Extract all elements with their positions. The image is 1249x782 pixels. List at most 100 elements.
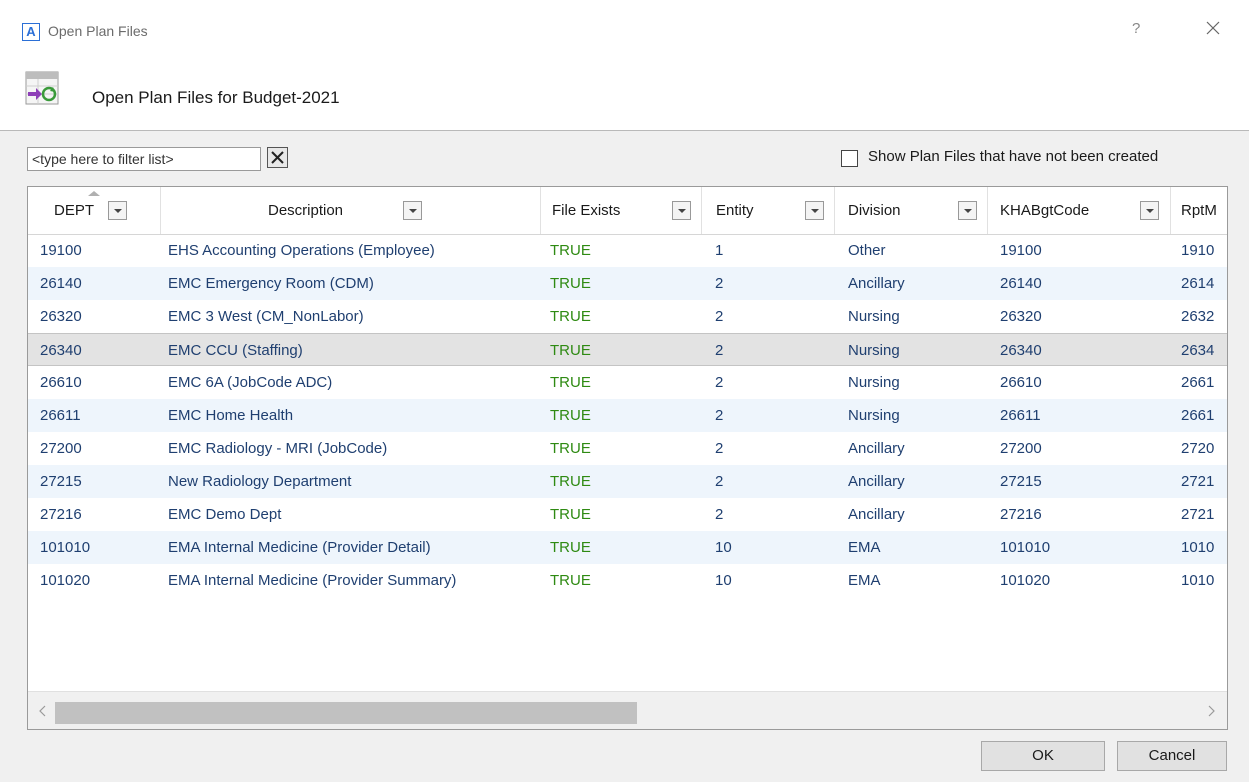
column-header-rptm[interactable]: RptM	[1171, 187, 1227, 234]
cell-description: EMC 6A (JobCode ADC)	[168, 374, 333, 391]
dialog-heading: Open Plan Files for Budget-2021	[92, 88, 340, 107]
clear-filter-button[interactable]	[267, 147, 288, 168]
scroll-left-icon[interactable]	[36, 702, 50, 720]
cell-dept: 27200	[40, 440, 82, 457]
filter-input[interactable]	[27, 147, 261, 171]
scroll-right-icon[interactable]	[1204, 702, 1218, 720]
column-label: Entity	[716, 202, 754, 219]
cancel-button[interactable]: Cancel	[1117, 741, 1227, 771]
cell-entity: 2	[715, 275, 724, 292]
cell-entity: 2	[715, 473, 724, 490]
open-plan-files-icon	[25, 71, 59, 105]
table-row[interactable]: 19100 EHS Accounting Operations (Employee…	[28, 234, 1227, 267]
clear-icon	[271, 151, 284, 164]
filter-dropdown-icon[interactable]	[403, 201, 422, 220]
dialog-header: Open Plan Files for Budget-2021	[0, 58, 1249, 131]
table-row[interactable]: 27215 New Radiology Department TRUE 2 Ancill…	[28, 465, 1227, 498]
cell-description: EMC Home Health	[168, 407, 294, 424]
column-label: File Exists	[552, 202, 621, 219]
cell-description: EMA Internal Medicine (Provider Detail)	[168, 539, 431, 556]
cell-entity: 2	[715, 374, 724, 391]
cell-file-exists: TRUE	[550, 539, 591, 556]
sort-ascending-icon	[88, 191, 100, 196]
column-header-khabgtcode[interactable]: KHABgtCode	[988, 187, 1171, 234]
cell-rptm: 2661	[1181, 407, 1215, 424]
cell-division: Other	[848, 242, 886, 259]
ok-button[interactable]: OK	[981, 741, 1105, 771]
cell-dept: 26140	[40, 275, 82, 292]
close-button[interactable]	[1199, 14, 1227, 42]
table-row[interactable]: 27216 EMC Demo Dept TRUE 2 Ancillary 27216 272…	[28, 498, 1227, 531]
cell-description: EMC Demo Dept	[168, 506, 282, 523]
table-row[interactable]: 26320 EMC 3 West (CM_NonLabor) TRUE 2 Nursin…	[28, 300, 1227, 333]
cell-rptm: 2721	[1181, 473, 1215, 490]
filter-dropdown-icon[interactable]	[1140, 201, 1159, 220]
cell-division: Nursing	[848, 342, 900, 359]
cell-rptm: 2634	[1181, 342, 1215, 359]
filter-dropdown-icon[interactable]	[958, 201, 977, 220]
cell-file-exists: TRUE	[550, 473, 591, 490]
column-label: Description	[268, 202, 344, 219]
cell-rptm: 1010	[1181, 539, 1215, 556]
cell-dept: 101010	[40, 539, 91, 556]
cell-description: EMA Internal Medicine (Provider Summary)	[168, 572, 457, 589]
cell-khabgtcode: 101010	[1000, 539, 1051, 556]
cell-entity: 2	[715, 407, 724, 424]
cell-division: Ancillary	[848, 473, 905, 490]
filter-dropdown-icon[interactable]	[672, 201, 691, 220]
cell-dept: 26340	[40, 342, 82, 359]
show-uncreated-checkbox[interactable]	[841, 150, 858, 167]
cell-entity: 10	[715, 539, 732, 556]
show-uncreated-label: Show Plan Files that have not been creat…	[868, 148, 1159, 165]
column-header-file-exists[interactable]: File Exists	[541, 187, 702, 234]
cell-khabgtcode: 26320	[1000, 308, 1042, 325]
cell-entity: 2	[715, 308, 724, 325]
cell-rptm: 2614	[1181, 275, 1215, 292]
scrollbar-thumb[interactable]	[55, 702, 637, 724]
window-title: Open Plan Files	[48, 23, 148, 39]
cell-khabgtcode: 26610	[1000, 374, 1042, 391]
column-header-division[interactable]: Division	[835, 187, 988, 234]
cell-dept: 101020	[40, 572, 91, 589]
cell-division: Ancillary	[848, 506, 905, 523]
horizontal-scrollbar[interactable]	[28, 691, 1227, 729]
cell-dept: 26610	[40, 374, 82, 391]
filter-dropdown-icon[interactable]	[805, 201, 824, 220]
cell-rptm: 1010	[1181, 572, 1215, 589]
table-row[interactable]: 101010 EMA Internal Medicine (Provider De…	[28, 531, 1227, 564]
table-row[interactable]: 26140 EMC Emergency Room (CDM) TRUE 2 Ancill…	[28, 267, 1227, 300]
table-row[interactable]: 101020 EMA Internal Medicine (Provider Su…	[28, 564, 1227, 597]
table-row[interactable]: 26340 EMC CCU (Staffing) TRUE 2 Nursing 26340…	[28, 333, 1227, 366]
column-header-dept[interactable]: DEPT	[28, 187, 161, 234]
cell-description: New Radiology Department	[168, 473, 352, 490]
cell-khabgtcode: 27200	[1000, 440, 1042, 457]
filter-dropdown-icon[interactable]	[108, 201, 127, 220]
cell-entity: 1	[715, 242, 724, 259]
cell-rptm: 2632	[1181, 308, 1215, 325]
cell-dept: 26320	[40, 308, 82, 325]
cell-khabgtcode: 26611	[1000, 407, 1041, 424]
cell-division: EMA	[848, 572, 881, 589]
cell-khabgtcode: 19100	[1000, 242, 1042, 259]
cell-division: Nursing	[848, 407, 900, 424]
cell-description: EMC Radiology - MRI (JobCode)	[168, 440, 388, 457]
table-row[interactable]: 27200 EMC Radiology - MRI (JobCode) TRUE 2 A…	[28, 432, 1227, 465]
cell-entity: 2	[715, 440, 724, 457]
column-label: RptM	[1181, 202, 1217, 219]
cell-dept: 26611	[40, 407, 81, 424]
cell-division: Nursing	[848, 374, 900, 391]
table-row[interactable]: 26610 EMC 6A (JobCode ADC) TRUE 2 Nursing 266…	[28, 366, 1227, 399]
cell-description: EMC Emergency Room (CDM)	[168, 275, 374, 292]
cell-entity: 10	[715, 572, 732, 589]
table-row[interactable]: 26611 EMC Home Health TRUE 2 Nursing 26611 266…	[28, 399, 1227, 432]
cell-khabgtcode: 101020	[1000, 572, 1051, 589]
help-button[interactable]: ?	[1132, 20, 1140, 37]
grid-rows: 19100 EHS Accounting Operations (Employee…	[28, 234, 1227, 597]
column-header-description[interactable]: Description	[161, 187, 541, 234]
column-header-entity[interactable]: Entity	[702, 187, 835, 234]
app-logo-icon: A	[22, 23, 40, 41]
cell-entity: 2	[715, 506, 724, 523]
column-label: KHABgtCode	[1000, 202, 1090, 219]
cell-file-exists: TRUE	[550, 242, 591, 259]
cell-rptm: 2721	[1181, 506, 1215, 523]
